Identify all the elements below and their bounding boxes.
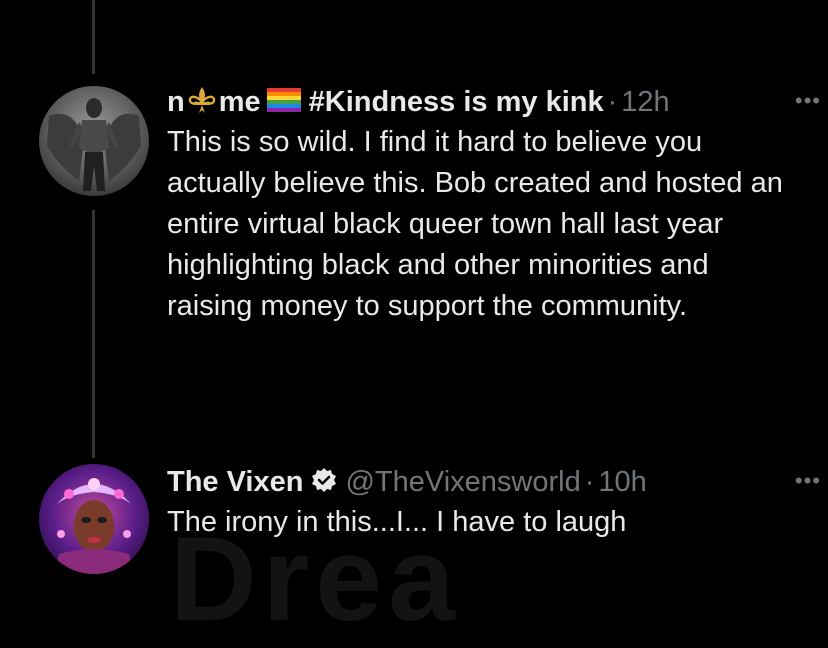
tweet-text: This is so wild. I find it hard to belie…	[167, 126, 783, 322]
tweet-timestamp[interactable]: 10h	[598, 466, 646, 499]
separator-dot: ·	[584, 465, 595, 498]
user-handle[interactable]: @TheVixensworld	[345, 466, 580, 499]
display-name-part[interactable]: #Kindness is my kink	[309, 86, 604, 119]
verified-badge-icon	[311, 467, 337, 498]
tweet-timestamp[interactable]: 12h	[621, 86, 669, 119]
avatar[interactable]	[39, 86, 149, 196]
avatar[interactable]	[39, 464, 149, 574]
more-options-icon[interactable]: •••	[795, 468, 821, 494]
display-name-part[interactable]: me	[219, 86, 261, 119]
tweet-header: n me #Kindness is my kink · 12h •••	[167, 82, 820, 122]
thread-connector-line	[92, 0, 95, 74]
tweet-text: The irony in this...I... I have to laugh	[167, 506, 627, 538]
more-options-icon[interactable]: •••	[795, 88, 821, 114]
display-name[interactable]: The Vixen	[167, 466, 303, 499]
tweet-header: The Vixen @TheVixensworld · 10h •••	[167, 462, 820, 502]
rainbow-flag-icon	[266, 87, 301, 117]
thread-connector-line	[92, 210, 95, 458]
display-name-part[interactable]: n	[167, 86, 185, 119]
fleur-de-lis-icon	[188, 85, 216, 120]
separator-dot: ·	[607, 85, 618, 118]
